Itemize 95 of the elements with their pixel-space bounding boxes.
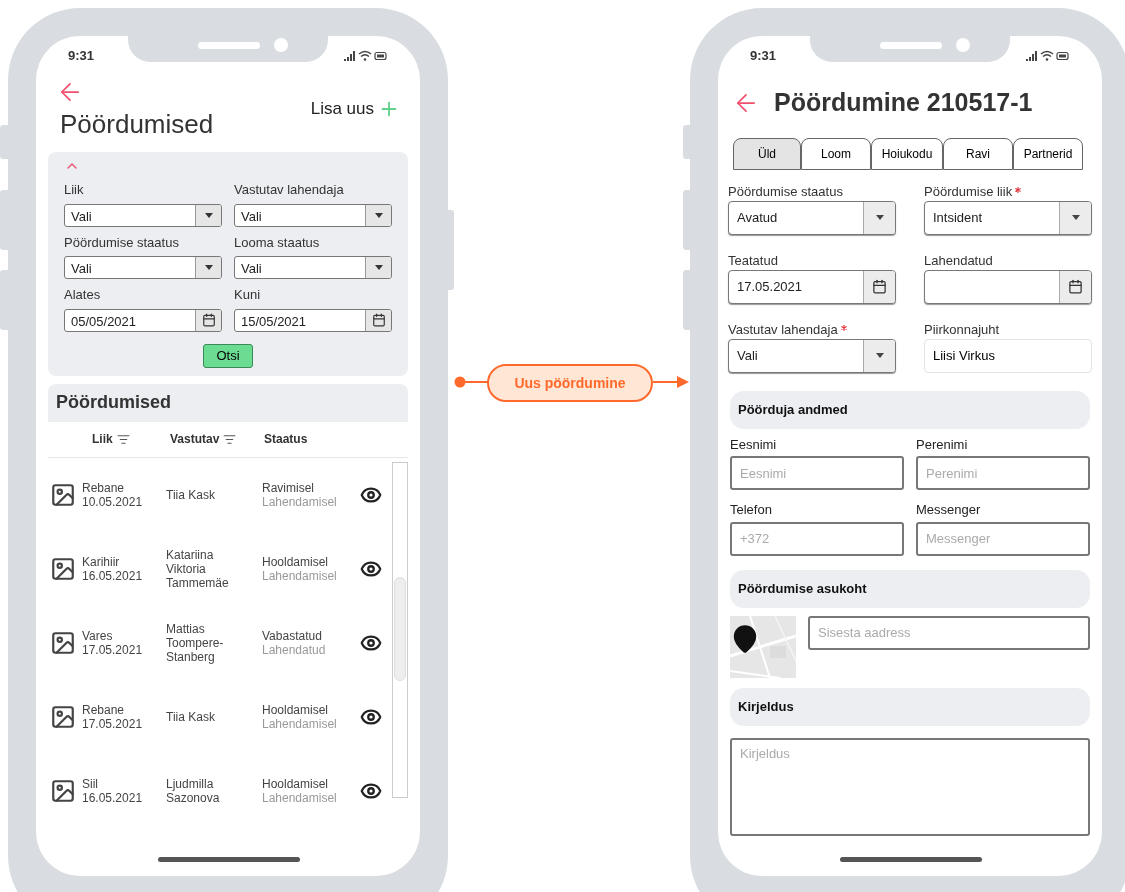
caret-icon [374, 212, 383, 218]
required-icon [840, 324, 847, 331]
field-label: Alates [64, 286, 102, 304]
select-field[interactable]: Vali [234, 256, 392, 279]
date-field[interactable]: 15/05/2021 [234, 308, 392, 332]
tab[interactable]: Ravi [943, 137, 1013, 170]
connector-arrow [653, 375, 689, 389]
field-label: Looma staatus [234, 233, 321, 252]
field-label: Telefon [730, 501, 773, 519]
filter-icon[interactable] [223, 432, 237, 446]
image-icon [50, 555, 76, 582]
tab[interactable]: Hoiukodu [871, 137, 943, 170]
calendar-icon [371, 313, 386, 327]
field-label: Vastutav lahendaja [728, 319, 896, 336]
status-icons [1026, 50, 1070, 62]
status-cell-text: Ravimisel Lahendamisel [262, 480, 338, 509]
speaker [880, 42, 942, 49]
scrollbar[interactable] [392, 461, 408, 798]
field-label: Liik [64, 181, 85, 199]
caret-icon [1071, 215, 1080, 220]
select-field[interactable]: Vali [728, 338, 896, 373]
input-field[interactable]: Perenimi [916, 456, 1090, 490]
responsible-cell-text: Mattias Toompere-Stanberg [166, 621, 225, 664]
image-icon [50, 481, 76, 508]
caret-icon [204, 265, 213, 270]
date-field[interactable]: 05/05/2021 [64, 308, 222, 332]
required-icon [1015, 186, 1022, 193]
connector-start [454, 376, 488, 388]
column-header[interactable]: Vastutav [168, 430, 264, 448]
calendar-icon [872, 279, 887, 294]
image-icon [50, 703, 76, 730]
add-new-button[interactable]: Lisa uus [310, 96, 400, 122]
responsible-cell-text: Katariina Viktoria Tammemäe [166, 547, 230, 590]
animal-cell-text: Rebane 10.05.2021 [82, 480, 144, 509]
caret-icon [875, 353, 884, 358]
status-cell-text: Vabastatud Lahendatud [262, 628, 327, 657]
field-label: Piirkonnajuht [924, 320, 1001, 336]
address-field[interactable]: Sisesta aadress [808, 615, 1090, 650]
select-field[interactable]: Avatud [728, 200, 896, 235]
field-label: Lahendatud [924, 251, 994, 267]
animal-cell-text: Vares 17.05.2021 [82, 628, 144, 657]
responsible-cell-text: Tiia Kask [166, 487, 216, 502]
field-label: Kuni [234, 286, 262, 304]
input-field[interactable]: +372 [730, 521, 904, 556]
calendar-icon [201, 313, 216, 327]
status-cell-text: Hooldamisel Lahendamisel [262, 554, 338, 583]
filter-icon[interactable] [116, 432, 130, 446]
input-field[interactable]: Eesnimi [730, 456, 904, 490]
page-title: Pöördumine 210517-1 [774, 87, 1033, 118]
description-field[interactable]: Kirjeldus [730, 737, 1090, 836]
caret-icon [374, 265, 383, 270]
field-label: Messenger [916, 501, 982, 519]
responsible-cell-text: Ljudmilla Sazonova [166, 776, 221, 805]
field-label: Pöördumise liik [924, 181, 1092, 198]
field-label: Pöördumise staatus [728, 182, 844, 198]
status-time: 9:31 [68, 47, 95, 66]
image-icon [50, 629, 76, 656]
field-label: Perenimi [916, 435, 969, 454]
column-header[interactable]: Liik [48, 430, 168, 448]
animal-cell-text: Karihiir 16.05.2021 [82, 554, 144, 583]
field-label: Vastutav lahendaja [234, 181, 345, 199]
select-field[interactable]: Vali [64, 256, 222, 279]
select-field[interactable]: Intsident [924, 200, 1092, 235]
field-label: Pöördumise staatus [64, 233, 180, 252]
section-title: Kirjeldus [738, 697, 794, 716]
tab[interactable]: Üld [733, 137, 801, 170]
select-field[interactable]: Vali [64, 203, 222, 227]
field-label: Eesnimi [730, 435, 778, 454]
input-field[interactable]: Messenger [916, 521, 1090, 556]
flow-label: Uus pöördumine [487, 364, 653, 402]
column-header[interactable]: Staatus [264, 430, 308, 448]
search-button[interactable]: Otsi [203, 343, 253, 368]
calendar-icon [1068, 279, 1083, 294]
results-title: Pöördumised [56, 391, 171, 414]
field-label: Teatatud [728, 251, 779, 267]
status-cell-text: Hooldamisel Lahendamisel [262, 702, 338, 731]
date-field[interactable]: 17.05.2021 [728, 269, 896, 304]
animal-cell-text: Siil 16.05.2021 [82, 776, 144, 805]
section-title: Pöördumise asukoht [738, 579, 867, 598]
tab[interactable]: Loom [801, 137, 871, 170]
tab[interactable]: Partnerid [1013, 137, 1083, 170]
animal-cell-text: Rebane 17.05.2021 [82, 702, 144, 731]
text-field[interactable]: Liisi Virkus [924, 338, 1092, 373]
select-field[interactable]: Vali [234, 203, 392, 227]
speaker [198, 42, 260, 49]
section-title: Pöörduja andmed [738, 400, 848, 419]
date-field[interactable] [924, 269, 1092, 304]
responsible-cell-text: Tiia Kask [166, 709, 216, 724]
status-time: 9:31 [750, 47, 777, 66]
image-icon [50, 777, 76, 804]
caret-icon [875, 215, 884, 220]
status-cell-text: Hooldamisel Lahendamisel [262, 776, 338, 805]
status-icons [344, 50, 388, 62]
caret-icon [204, 212, 213, 218]
page-title: Pöördumised [59, 108, 214, 140]
